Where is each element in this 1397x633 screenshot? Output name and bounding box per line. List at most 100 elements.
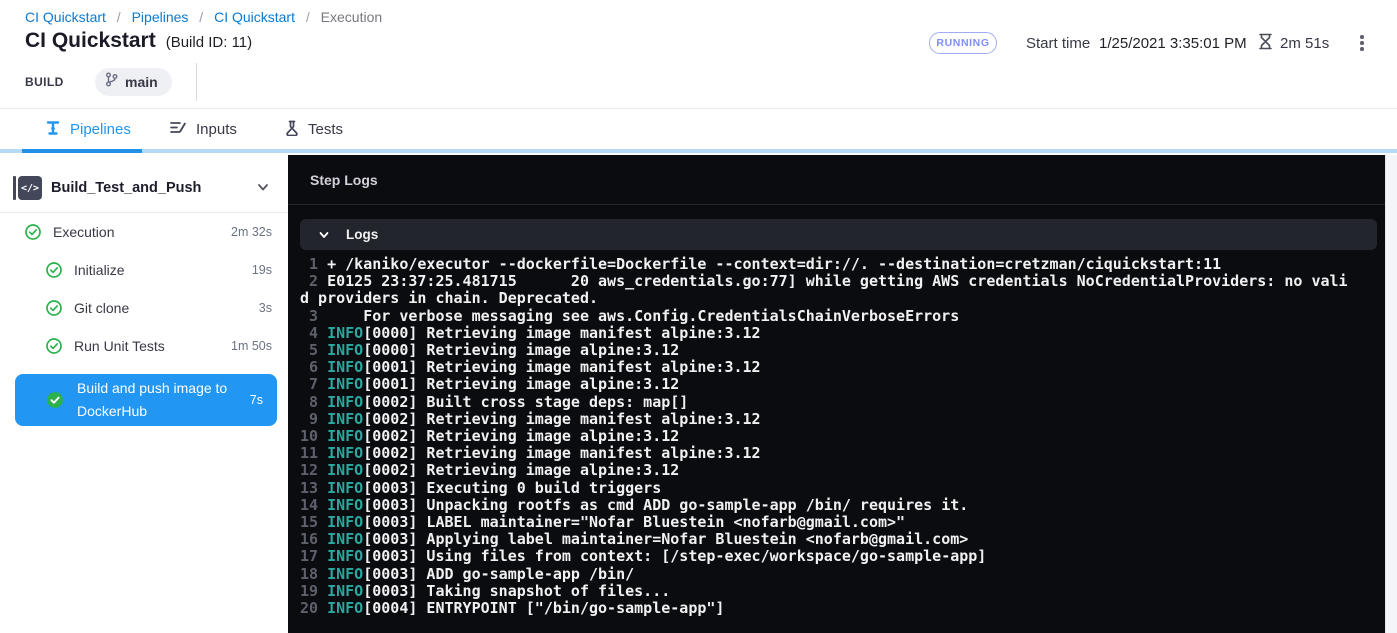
start-time-label: Start time xyxy=(1026,35,1090,52)
step-duration: 1m 50s xyxy=(231,339,272,353)
sidebar-step-git-clone[interactable]: Git clone3s xyxy=(0,289,288,327)
more-options-button[interactable] xyxy=(1352,33,1372,53)
tab-inputs[interactable]: Inputs xyxy=(170,109,237,150)
step-label: Git clone xyxy=(74,300,129,316)
log-line: 10 INFO[0002] Retrieving image alpine:3.… xyxy=(300,428,1356,445)
logs-section-label: Logs xyxy=(346,227,378,242)
sidebar-step-initialize[interactable]: Initialize 19s xyxy=(0,251,288,289)
stage-name: Build_Test_and_Push xyxy=(51,180,201,196)
log-line-number: 11 xyxy=(300,444,327,462)
log-line: 17 INFO[0003] Using files from context: … xyxy=(300,548,1356,565)
log-level-tag: INFO xyxy=(327,444,363,462)
log-line-text: [0004] ENTRYPOINT ["/bin/go-sample-app"] xyxy=(363,599,724,617)
check-circle-icon xyxy=(46,262,62,278)
elapsed-cluster: 2m 51s xyxy=(1258,33,1329,54)
log-line-number: 7 xyxy=(300,375,327,393)
inputs-icon xyxy=(170,120,187,139)
log-line-number: 17 xyxy=(300,547,327,565)
breadcrumb: CI Quickstart / Pipelines / CI Quickstar… xyxy=(25,9,382,25)
log-line-text: [0002] Built cross stage deps: map[] xyxy=(363,393,688,411)
log-line-number: 15 xyxy=(300,513,327,531)
log-line-text: [0003] Using files from context: [/step-… xyxy=(363,547,986,565)
step-logs-panel: Step Logs Logs 1 + /kaniko/executor --do… xyxy=(288,155,1385,633)
log-line: 8 INFO[0002] Built cross stage deps: map… xyxy=(300,394,1356,411)
log-level-tag: INFO xyxy=(327,461,363,479)
page-scrollbar[interactable] xyxy=(1385,155,1397,633)
tab-bar: Pipelines Inputs Tests Console View xyxy=(0,108,1397,149)
log-line-text: [0003] Unpacking rootfs as cmd ADD go-sa… xyxy=(363,496,968,514)
log-line-number: 12 xyxy=(300,461,327,479)
log-line-text: [0002] Retrieving image manifest alpine:… xyxy=(363,444,760,462)
tab-underline-active xyxy=(22,149,142,153)
log-line-text: [0000] Retrieving image manifest alpine:… xyxy=(363,324,760,342)
log-line: 11 INFO[0002] Retrieving image manifest … xyxy=(300,445,1356,462)
log-line-text: [0003] Executing 0 build triggers xyxy=(363,479,661,497)
tab-tests[interactable]: Tests xyxy=(285,109,343,150)
branch-name: main xyxy=(125,74,158,90)
log-line: 2 E0125 23:37:25.481715 20 aws_credentia… xyxy=(300,273,1356,307)
step-label: Initialize xyxy=(74,262,125,278)
log-line-number: 6 xyxy=(300,358,327,376)
execution-sidebar: </> Build_Test_and_Push Execution2m 32sI… xyxy=(0,155,288,633)
step-list: Execution2m 32sInitialize19sGit clone3sR… xyxy=(0,213,288,426)
sidebar-step-build-and-push-image-to-dockerhub[interactable]: Build and push image to DockerHub7s xyxy=(15,374,277,426)
log-level-tag: INFO xyxy=(327,341,363,359)
sidebar-step-execution[interactable]: Execution2m 32s xyxy=(0,213,288,251)
log-line-text: [0003] ADD go-sample-app /bin/ xyxy=(363,565,634,583)
log-line: 15 INFO[0003] LABEL maintainer="Nofar Bl… xyxy=(300,514,1356,531)
build-label: BUILD xyxy=(25,75,64,89)
log-level-tag: INFO xyxy=(327,513,363,531)
log-line-text: [0003] Applying label maintainer=Nofar B… xyxy=(363,530,968,548)
log-line-text: [0001] Retrieving image alpine:3.12 xyxy=(363,375,679,393)
log-line-text: [0002] Retrieving image manifest alpine:… xyxy=(363,410,760,428)
tab-label: Inputs xyxy=(196,121,237,138)
log-line-number: 20 xyxy=(300,599,327,617)
breadcrumb-project[interactable]: CI Quickstart xyxy=(25,9,106,25)
log-line-text: For verbose messaging see aws.Config.Cre… xyxy=(327,307,959,325)
logs-accordion-header[interactable]: Logs xyxy=(300,219,1377,250)
log-line-text: [0002] Retrieving image alpine:3.12 xyxy=(363,461,679,479)
step-label: Execution xyxy=(53,224,114,240)
log-line: 9 INFO[0002] Retrieving image manifest a… xyxy=(300,411,1356,428)
log-line-number: 4 xyxy=(300,324,327,342)
tests-flask-icon xyxy=(285,120,299,140)
log-line-number: 14 xyxy=(300,496,327,514)
tab-pipelines[interactable]: Pipelines xyxy=(45,109,131,150)
log-level-tag: INFO xyxy=(327,565,363,583)
check-circle-icon xyxy=(46,300,62,316)
step-duration: 19s xyxy=(252,263,272,277)
log-level-tag: INFO xyxy=(327,530,363,548)
log-line-text: [0003] LABEL maintainer="Nofar Bluestein… xyxy=(363,513,905,531)
log-line-text: E0125 23:37:25.481715 20 aws_credentials… xyxy=(300,272,1348,307)
stage-header[interactable]: </> Build_Test_and_Push xyxy=(0,168,288,208)
log-level-tag: INFO xyxy=(327,599,363,617)
log-line-number: 18 xyxy=(300,565,327,583)
log-line-number: 19 xyxy=(300,582,327,600)
tab-label: Pipelines xyxy=(70,121,131,138)
log-output: 1 + /kaniko/executor --dockerfile=Docker… xyxy=(300,256,1356,617)
page-title: CI Quickstart xyxy=(25,29,156,53)
breadcrumb-pipelines[interactable]: Pipelines xyxy=(132,9,189,25)
sidebar-step-run-unit-tests[interactable]: Run Unit Tests 1m 50s xyxy=(0,327,288,365)
branch-tag[interactable]: main xyxy=(95,68,172,96)
log-line: 4 INFO[0000] Retrieving image manifest a… xyxy=(300,325,1356,342)
log-level-tag: INFO xyxy=(327,479,363,497)
log-line-number: 1 xyxy=(300,255,327,273)
build-id-label: (Build ID: 11) xyxy=(166,34,252,51)
check-circle-icon xyxy=(46,391,64,409)
log-line-number: 5 xyxy=(300,341,327,359)
chevron-down-icon[interactable] xyxy=(256,180,270,199)
step-label: Run Unit Tests xyxy=(74,338,165,354)
pipeline-execution-page: CI Quickstart / Pipelines / CI Quickstar… xyxy=(0,0,1397,633)
log-line-number: 2 xyxy=(300,272,327,290)
log-line: 5 INFO[0000] Retrieving image alpine:3.1… xyxy=(300,342,1356,359)
tab-underline-track xyxy=(0,149,1397,153)
step-logs-title: Step Logs xyxy=(310,172,378,188)
log-line-text: [0000] Retrieving image alpine:3.12 xyxy=(363,341,679,359)
breadcrumb-pipeline[interactable]: CI Quickstart xyxy=(214,9,295,25)
chevron-down-icon xyxy=(318,229,330,241)
log-line: 13 INFO[0003] Executing 0 build triggers xyxy=(300,480,1356,497)
log-line: 1 + /kaniko/executor --dockerfile=Docker… xyxy=(300,256,1356,273)
log-line-text: [0001] Retrieving image manifest alpine:… xyxy=(363,358,760,376)
step-logs-header: Step Logs xyxy=(288,155,1385,205)
